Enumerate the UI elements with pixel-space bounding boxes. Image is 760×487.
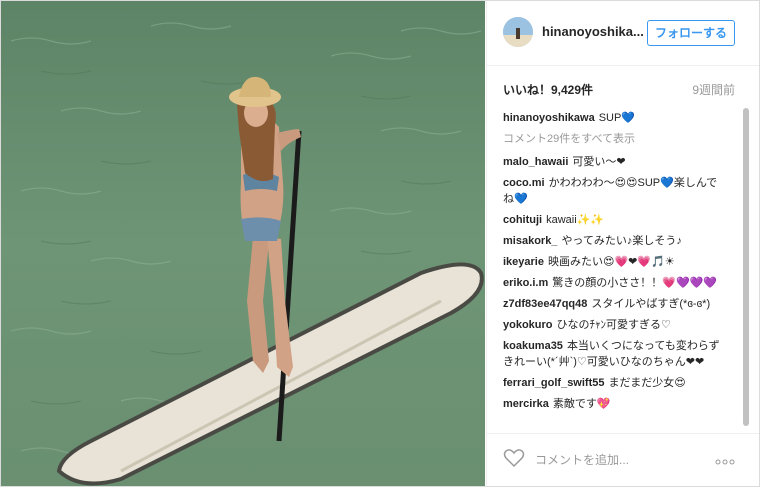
- comment-item: eriko.i.m 驚きの顔の小ささ！！💗💜💜💜: [503, 275, 727, 291]
- post-photo[interactable]: [1, 1, 485, 486]
- comment-item: z7df83ee47qq48 スタイルやばすぎ(*ɞ-ɞ*): [503, 296, 727, 312]
- comment-user[interactable]: ikeyarie: [503, 256, 544, 268]
- comment-user[interactable]: ferrari_golf_swift55: [503, 377, 604, 389]
- comment-text: 映画みたい😍💗❤💗🎵☀: [547, 256, 675, 268]
- comment-text: やってみたい♪楽しそう♪: [561, 235, 682, 247]
- comment-user[interactable]: mercirka: [503, 398, 549, 410]
- likes-count[interactable]: いいね！9,429件: [503, 81, 593, 98]
- comment-user[interactable]: coco.mi: [503, 177, 545, 189]
- follow-button[interactable]: フォローする: [647, 20, 735, 46]
- comment-text: ひなのﾁｬﾝ可愛すぎる♡: [556, 319, 671, 331]
- comment-item: yokokuro ひなのﾁｬﾝ可愛すぎる♡: [503, 317, 727, 333]
- add-comment-input[interactable]: コメントを追加...: [535, 451, 715, 468]
- comment-text: 驚きの顔の小ささ！！💗💜💜💜: [552, 277, 718, 289]
- comment-user[interactable]: z7df83ee47qq48: [503, 298, 587, 310]
- comment-item: coco.mi かわわわわ〜😍😍SUP💙楽しんでね💙: [503, 175, 727, 207]
- comment-item: ferrari_golf_swift55 まだまだ少女😍: [503, 375, 727, 391]
- paddleboarder-photo: [1, 1, 485, 486]
- add-comment-bar: コメントを追加...: [487, 433, 759, 486]
- comment-text: 可愛い〜❤: [572, 156, 626, 168]
- username-link[interactable]: hinanoyoshika...: [542, 24, 644, 39]
- caption: hinanoyoshikawa SUP💙: [503, 110, 727, 126]
- avatar[interactable]: [503, 17, 533, 47]
- comment-user[interactable]: koakuma35: [503, 340, 563, 352]
- view-all-comments-link[interactable]: コメント29件をすべて表示: [503, 131, 727, 147]
- comment-user[interactable]: cohituji: [503, 214, 542, 226]
- comment-user[interactable]: eriko.i.m: [503, 277, 548, 289]
- comment-text: まだまだ少女😍: [608, 377, 686, 389]
- comment-text: SUP💙: [598, 112, 636, 124]
- comment-item: mercirka 素敵です💖: [503, 396, 727, 412]
- comment-user[interactable]: yokokuro: [503, 319, 553, 331]
- more-options-icon[interactable]: [715, 452, 735, 470]
- comment-user[interactable]: malo_hawaii: [503, 156, 568, 168]
- comment-text: kawaii✨✨: [546, 214, 605, 226]
- scrollbar-thumb[interactable]: [743, 108, 749, 426]
- comment-user[interactable]: misakork_: [503, 235, 557, 247]
- comment-item: cohituji kawaii✨✨: [503, 212, 727, 228]
- comment-user[interactable]: hinanoyoshikawa: [503, 112, 595, 124]
- comment-text: 素敵です💖: [552, 398, 611, 410]
- comment-item: ikeyarie 映画みたい😍💗❤💗🎵☀: [503, 254, 727, 270]
- comment-text: スタイルやばすぎ(*ɞ-ɞ*): [591, 298, 711, 310]
- instagram-post: hinanoyoshika... フォローする いいね！9,429件 9週間前 …: [0, 0, 760, 487]
- post-timestamp[interactable]: 9週間前: [692, 81, 735, 98]
- post-header: hinanoyoshika... フォローする: [487, 1, 759, 66]
- likes-row: いいね！9,429件 9週間前: [503, 81, 735, 97]
- comments-scrollbar[interactable]: [742, 104, 750, 434]
- comment-list: hinanoyoshikawa SUP💙 コメント29件をすべて表示 malo_h…: [503, 110, 727, 417]
- post-side-panel: hinanoyoshika... フォローする いいね！9,429件 9週間前 …: [486, 1, 759, 486]
- comment-item: malo_hawaii 可愛い〜❤: [503, 154, 727, 170]
- comment-item: misakork_ やってみたい♪楽しそう♪: [503, 233, 727, 249]
- heart-outline-icon[interactable]: [503, 448, 525, 473]
- comment-item: koakuma35 本当いくつになっても変わらずきれーい(*´艸`)♡可愛いひなの…: [503, 338, 727, 370]
- avatar-image: [503, 17, 533, 47]
